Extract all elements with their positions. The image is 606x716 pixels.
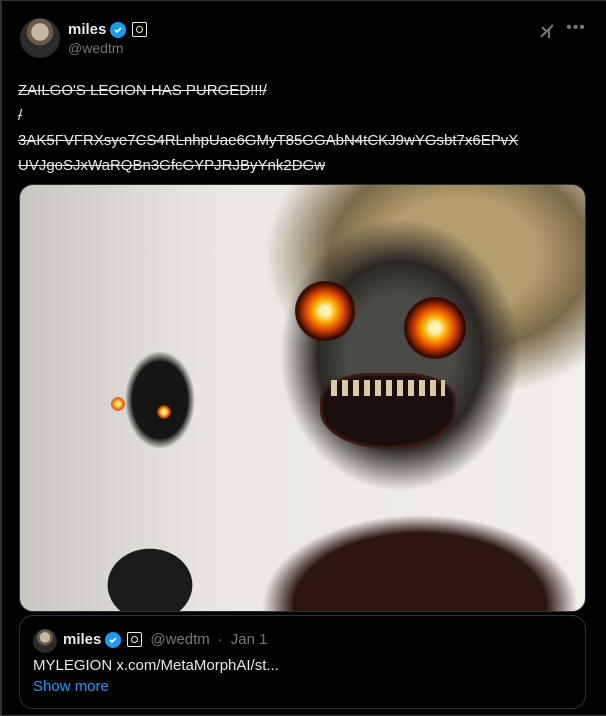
monster-mouth: [320, 373, 456, 449]
quote-date[interactable]: Jan 1: [231, 631, 268, 648]
grok-icon[interactable]: [538, 22, 556, 40]
affiliate-badge-icon[interactable]: [127, 632, 143, 647]
quote-author-name[interactable]: miles: [63, 631, 101, 648]
verified-badge-icon: [110, 21, 127, 38]
author-name[interactable]: miles: [68, 21, 106, 38]
quoted-tweet[interactable]: miles @wedtm · Jan 1 MYLEGION x.com/Meta…: [19, 615, 586, 709]
affiliate-badge-icon[interactable]: [132, 22, 148, 37]
glowing-eye: [404, 297, 466, 359]
meta-separator: ·: [217, 631, 223, 648]
tweet-image[interactable]: [19, 184, 586, 612]
tweet-text: ZAILGO'S LEGION HAS PURGED!!!/ / 3AK5FVF…: [18, 82, 519, 174]
glowing-eye: [295, 281, 355, 341]
author-handle[interactable]: @wedtm: [68, 40, 123, 56]
quote-author-row: miles @wedtm · Jan 1: [63, 631, 267, 648]
more-icon[interactable]: •••: [566, 20, 586, 38]
quote-handle[interactable]: @wedtm: [150, 631, 209, 648]
glowing-eye: [157, 405, 171, 419]
avatar[interactable]: [20, 18, 60, 58]
avatar[interactable]: [33, 629, 57, 653]
quote-text: MYLEGION x.com/MetaMorphAI/st...: [33, 657, 279, 674]
author-name-row: miles: [68, 21, 148, 38]
show-more-link[interactable]: Show more: [33, 678, 109, 695]
verified-badge-icon: [105, 631, 122, 648]
glowing-eye: [111, 397, 125, 411]
